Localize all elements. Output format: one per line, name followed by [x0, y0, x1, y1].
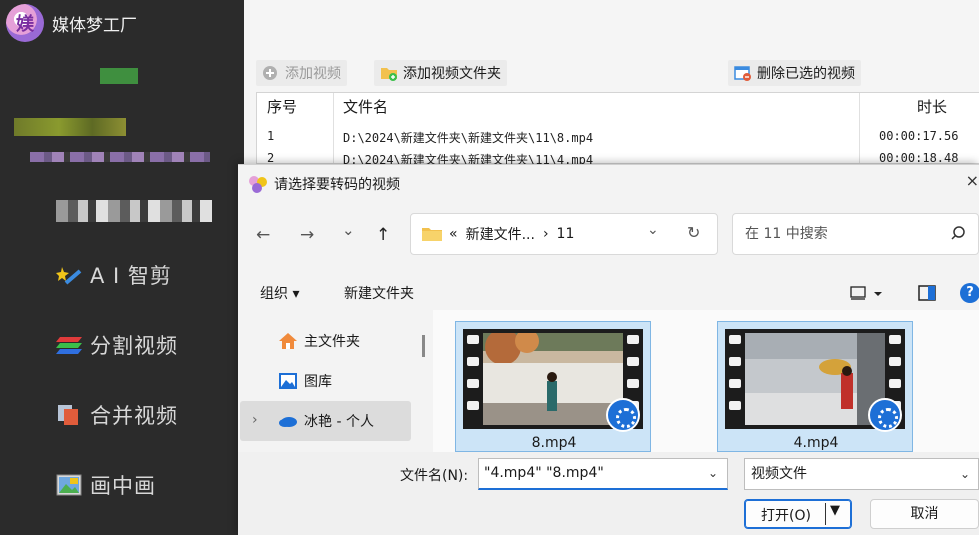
- cancel-button[interactable]: 取消: [870, 499, 979, 529]
- nav-label: 分割视频: [90, 334, 178, 358]
- app-logo-icon: [248, 175, 268, 193]
- video-player-badge-icon: [606, 398, 640, 432]
- address-dropdown-icon[interactable]: ⌄: [647, 222, 659, 238]
- gallery-icon: [278, 372, 298, 390]
- toolbar: 添加视频 添加视频文件夹 删除已选的视频: [256, 60, 976, 86]
- nav-label: 画中画: [90, 474, 156, 498]
- folder-add-icon: [380, 65, 398, 81]
- onedrive-cloud-icon: [278, 412, 298, 430]
- video-player-badge-icon: [868, 398, 902, 432]
- nav-label: A I 智剪: [90, 264, 172, 288]
- search-input[interactable]: 在 11 中搜索: [732, 213, 979, 255]
- filename-input[interactable]: "4.mp4" "8.mp4": [478, 458, 728, 490]
- column-header-duration[interactable]: 时长: [917, 93, 947, 121]
- file-list-view[interactable]: 8.mp4 4.mp4: [433, 310, 979, 452]
- up-arrow-icon[interactable]: ↑: [376, 225, 390, 245]
- add-video-label: 添加视频: [285, 66, 341, 82]
- app-header: 媄 媒体梦工厂: [6, 4, 137, 42]
- file-tile-4-mp4[interactable]: 4.mp4: [717, 321, 913, 452]
- dialog-footer: 文件名(N): "4.mp4" "8.mp4" ⌄ 视频文件 ⌄ 打开(O) ▼…: [238, 452, 979, 535]
- magic-wand-icon: [56, 263, 84, 287]
- breadcrumb-prefix: «: [449, 226, 458, 242]
- delete-window-icon: [734, 65, 752, 81]
- breadcrumb-separator: ›: [542, 226, 549, 242]
- row-duration: 00:00:17.56: [879, 129, 959, 143]
- split-divider: [825, 503, 826, 525]
- tree-label: 主文件夹: [304, 334, 360, 350]
- new-folder-button[interactable]: 新建文件夹: [344, 283, 414, 303]
- refresh-icon[interactable]: ↻: [687, 223, 700, 242]
- open-options-dropdown-icon[interactable]: ▼: [830, 503, 840, 518]
- pane-splitter[interactable]: [422, 335, 425, 357]
- tree-item-onedrive[interactable]: › 冰艳 - 个人: [252, 411, 374, 431]
- file-tile-8-mp4[interactable]: 8.mp4: [455, 321, 651, 452]
- filetype-select[interactable]: 视频文件 ⌄: [744, 458, 979, 490]
- chevron-down-icon: ⌄: [959, 467, 970, 481]
- navigation-pane: 主文件夹 图库 › 冰艳 - 个人: [238, 317, 423, 455]
- app-logo: 媄: [6, 4, 44, 42]
- app-title: 媒体梦工厂: [52, 15, 137, 36]
- delete-selected-button[interactable]: 删除已选的视频: [728, 60, 861, 86]
- folder-icon: [421, 226, 443, 242]
- breadcrumb-item[interactable]: 11: [557, 226, 575, 242]
- expand-chevron-icon[interactable]: ›: [252, 412, 258, 428]
- forward-arrow-icon[interactable]: →: [300, 225, 314, 245]
- sidebar: 媄 媒体梦工厂 A I 智剪 分割视频 合并视频 画中画: [0, 0, 244, 535]
- open-button[interactable]: 打开(O) ▼: [744, 499, 852, 529]
- preview-pane-icon[interactable]: [918, 285, 936, 305]
- row-path: D:\2024\新建文件夹\新建文件夹\11\8.mp4: [343, 131, 594, 145]
- file-table[interactable]: 序号 文件名 时长 1 D:\2024\新建文件夹\新建文件夹\11\8.mp4…: [256, 92, 979, 167]
- nav-label: 合并视频: [90, 404, 178, 428]
- row-duration: 00:00:18.48: [879, 151, 959, 165]
- tree-item-home[interactable]: 主文件夹: [278, 331, 360, 351]
- filename-label: 文件名(N):: [400, 468, 469, 484]
- tree-item-gallery[interactable]: 图库: [278, 371, 332, 391]
- column-divider: [859, 93, 860, 163]
- split-layers-icon: [56, 333, 84, 357]
- pixelated-block: [14, 118, 126, 136]
- delete-selected-label: 删除已选的视频: [757, 66, 855, 82]
- filetype-value: 视频文件: [751, 466, 807, 482]
- tree-label: 冰艳 - 个人: [304, 414, 374, 430]
- search-icon[interactable]: [950, 225, 966, 245]
- dialog-titlebar: 请选择要转码的视频: [248, 174, 400, 194]
- organize-menu[interactable]: 组织 ▾: [260, 283, 299, 303]
- add-circle-icon: [262, 65, 280, 81]
- column-divider: [333, 93, 334, 163]
- column-header-filename[interactable]: 文件名: [343, 93, 388, 121]
- nav-merge-video[interactable]: 合并视频: [56, 400, 178, 430]
- breadcrumb-item[interactable]: 新建文件...: [466, 224, 535, 244]
- add-folder-button[interactable]: 添加视频文件夹: [374, 60, 507, 86]
- chevron-down-icon[interactable]: ⌄: [708, 466, 718, 480]
- recent-locations-icon[interactable]: ⌄: [342, 221, 355, 239]
- file-open-dialog: 请选择要转码的视频 × ← → ⌄ ↑ « 新建文件... › 11 ⌄ ↻ 在…: [238, 164, 979, 535]
- tree-label: 图库: [304, 374, 332, 390]
- address-bar[interactable]: « 新建文件... › 11 ⌄ ↻: [410, 213, 718, 255]
- pixelated-block: [56, 200, 212, 222]
- picture-in-picture-icon: [56, 473, 84, 497]
- merge-layers-icon: [56, 403, 84, 427]
- file-name: 8.mp4: [531, 435, 577, 451]
- add-video-button[interactable]: 添加视频: [256, 60, 347, 86]
- back-arrow-icon[interactable]: ←: [256, 225, 270, 245]
- nav-split-video[interactable]: 分割视频: [56, 330, 178, 360]
- open-label: 打开(O): [761, 508, 811, 524]
- row-index: 1: [267, 129, 275, 143]
- nav-picture-in-picture[interactable]: 画中画: [56, 470, 156, 500]
- pixelated-block: [30, 152, 210, 162]
- help-icon[interactable]: ?: [960, 283, 979, 303]
- close-icon[interactable]: ×: [966, 171, 979, 190]
- pixelated-block: [100, 68, 138, 84]
- command-bar: 组织 ▾ 新建文件夹 ?: [238, 277, 979, 309]
- column-header-index[interactable]: 序号: [267, 93, 297, 121]
- dialog-title: 请选择要转码的视频: [274, 177, 400, 193]
- home-icon: [278, 332, 298, 350]
- navigation-row: ← → ⌄ ↑ « 新建文件... › 11 ⌄ ↻ 在 11 中搜索: [238, 213, 979, 259]
- row-index: 2: [267, 151, 275, 165]
- add-folder-label: 添加视频文件夹: [403, 66, 501, 82]
- file-name: 4.mp4: [793, 435, 839, 451]
- view-options-icon[interactable]: [850, 285, 884, 305]
- nav-ai-clip[interactable]: A I 智剪: [56, 260, 172, 290]
